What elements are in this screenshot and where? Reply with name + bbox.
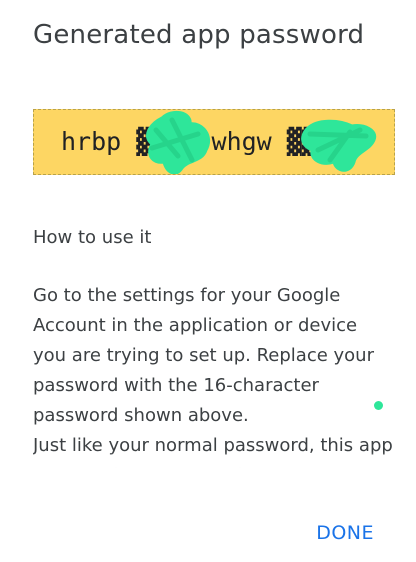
done-button[interactable]: DONE xyxy=(316,518,374,548)
generated-password-box[interactable]: hrbp ▓▓▓▓ whgw ▓▓▓▓ xyxy=(33,109,395,175)
green-dot-marker xyxy=(374,401,383,410)
generated-password[interactable]: hrbp ▓▓▓▓ whgw ▓▓▓▓ xyxy=(61,127,347,156)
how-to-use-heading: How to use it xyxy=(33,227,152,248)
instructions-text: Go to the settings for your Google Accou… xyxy=(33,285,393,468)
dialog-title: Generated app password xyxy=(33,20,365,50)
app-password-dialog: Generated app password hrbp ▓▓▓▓ whgw ▓▓… xyxy=(0,0,416,562)
instructions-scroll-area[interactable]: How to use it Go to the settings for you… xyxy=(33,221,395,468)
scroll-fade xyxy=(33,452,395,468)
